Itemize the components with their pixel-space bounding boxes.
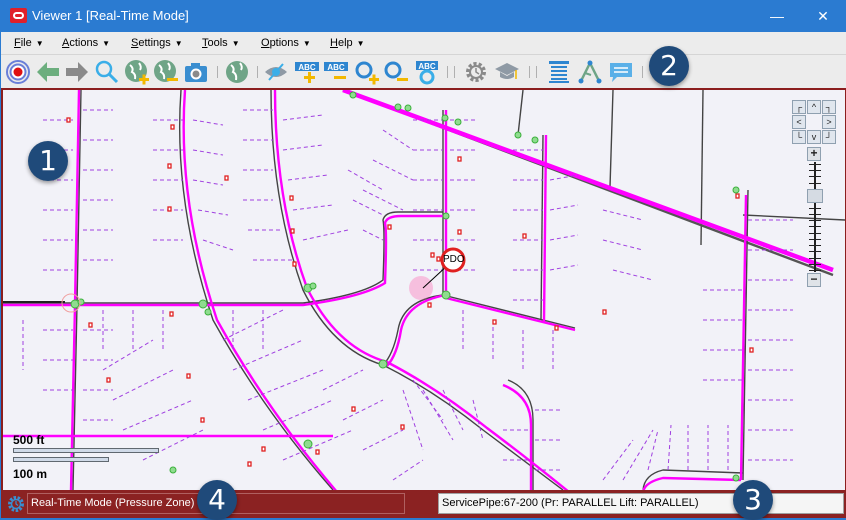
zoom-slider-tick xyxy=(809,164,821,165)
label-refresh-icon[interactable]: ABC xyxy=(414,59,440,85)
selection-status: ServicePipe:67-200 (Pr: PARALLEL Lift: P… xyxy=(438,493,844,514)
title-bar[interactable]: Viewer 1 [Real-Time Mode] — ✕ xyxy=(1,1,846,32)
pan-up-button[interactable]: ^ xyxy=(807,100,821,114)
menu-help[interactable]: Help ▼ xyxy=(330,37,365,49)
zoom-slider-tick xyxy=(809,263,821,265)
callout-1: 1 xyxy=(28,141,68,181)
toolbar-separator xyxy=(257,66,258,78)
toolbar-separator xyxy=(536,66,537,78)
pan-right-button[interactable]: > xyxy=(822,115,836,129)
back-arrow-icon[interactable] xyxy=(35,59,61,85)
zoom-slider-tick xyxy=(809,251,821,253)
zoom-slider-tick xyxy=(809,226,821,228)
menu-help-label: Help xyxy=(330,37,353,49)
globe-remove-icon[interactable] xyxy=(153,59,179,85)
globe-icon[interactable] xyxy=(224,59,250,85)
menu-options[interactable]: Options ▼ xyxy=(261,37,311,49)
menu-tools-label: Tools xyxy=(202,37,228,49)
menu-actions-label: Actions xyxy=(62,37,99,49)
menu-actions[interactable]: Actions ▼ xyxy=(62,37,110,49)
label-remove-icon[interactable]: ABC xyxy=(323,59,349,85)
pan-left-button[interactable]: < xyxy=(792,115,806,129)
map-drawing[interactable] xyxy=(3,90,845,490)
zoom-in-icon[interactable] xyxy=(354,59,380,85)
pan-down-left-button[interactable]: └ xyxy=(792,130,806,144)
zoom-slider-tick xyxy=(809,245,821,247)
callout-4: 4 xyxy=(197,480,237,520)
toolbar-separator xyxy=(454,66,455,78)
pan-up-right-button[interactable]: ┐ xyxy=(822,100,836,114)
chevron-down-icon: ▼ xyxy=(231,39,240,48)
service-lines xyxy=(22,109,793,481)
zoom-out-icon[interactable] xyxy=(383,59,409,85)
comment-icon[interactable] xyxy=(608,59,634,85)
zoom-slider-tick xyxy=(809,207,821,209)
pan-up-left-button[interactable]: ┌ xyxy=(792,100,806,114)
zoom-slider-tick xyxy=(809,220,821,222)
window-title: Viewer 1 [Real-Time Mode] xyxy=(32,8,189,23)
abc-text: ABC xyxy=(327,63,345,72)
scale-meters-label: 100 m xyxy=(13,467,48,481)
menu-tools[interactable]: Tools ▼ xyxy=(202,37,240,49)
callout-2: 2 xyxy=(649,46,689,86)
zoom-slider-tick xyxy=(809,170,821,172)
toolbar: ABC ABC ABC xyxy=(1,55,846,88)
viewer-window: Viewer 1 [Real-Time Mode] — ✕ File ▼ Acti… xyxy=(0,0,846,520)
zoom-in-button[interactable]: + xyxy=(807,147,821,161)
status-bar: Real-Time Mode (Pressure Zone) ServicePi… xyxy=(1,490,846,520)
menu-settings[interactable]: Settings ▼ xyxy=(131,37,183,49)
pan-down-right-button[interactable]: ┘ xyxy=(822,130,836,144)
menu-file-label: File xyxy=(14,37,32,49)
callout-3: 3 xyxy=(733,480,773,520)
menu-settings-label: Settings xyxy=(131,37,171,49)
close-button[interactable]: ✕ xyxy=(800,1,846,32)
zoom-slider-tick xyxy=(809,270,821,271)
junction-nodes xyxy=(70,91,740,482)
zoom-slider-thumb[interactable] xyxy=(807,188,823,203)
realtime-target-icon[interactable] xyxy=(5,59,31,85)
pdo-marker-label: PDO xyxy=(443,254,465,265)
search-icon[interactable] xyxy=(94,59,120,85)
settings-clock-icon[interactable] xyxy=(7,495,25,513)
pan-down-button[interactable]: v xyxy=(807,130,821,144)
zoom-slider-tick xyxy=(809,176,821,178)
toolbar-separator xyxy=(529,66,530,78)
zoom-slider-tick xyxy=(809,238,821,240)
camera-icon[interactable] xyxy=(183,59,209,85)
map-canvas[interactable]: PDO ┌ ^ ┐ < > └ v ┘ + − 500 ft 100 m xyxy=(1,88,846,490)
scale-bar-feet xyxy=(13,448,159,453)
app-logo-icon xyxy=(10,8,27,23)
zoom-slider-tick xyxy=(809,232,821,234)
menu-bar: File ▼ Actions ▼ Settings ▼ Tools ▼ Options ▼… xyxy=(1,32,846,55)
zoom-slider-tick xyxy=(809,257,821,259)
selection-highlight xyxy=(409,276,433,300)
toolbar-separator xyxy=(217,66,218,78)
toolbar-separator xyxy=(642,66,643,78)
menu-options-label: Options xyxy=(261,37,299,49)
maximize-button-area[interactable] xyxy=(754,1,800,32)
chevron-down-icon: ▼ xyxy=(102,39,111,48)
chevron-down-icon: ▼ xyxy=(356,39,365,48)
scale-bar-meters xyxy=(13,457,109,462)
chevron-down-icon: ▼ xyxy=(35,39,44,48)
visibility-toggle-icon[interactable] xyxy=(263,59,289,85)
menu-file[interactable]: File ▼ xyxy=(14,37,44,49)
chevron-down-icon: ▼ xyxy=(302,39,311,48)
chevron-down-icon: ▼ xyxy=(174,39,183,48)
zoom-out-button[interactable]: − xyxy=(807,273,821,287)
graduation-cap-icon[interactable] xyxy=(494,59,520,85)
forward-arrow-icon[interactable] xyxy=(64,59,90,85)
network-trace-icon[interactable] xyxy=(577,59,603,85)
globe-add-icon[interactable] xyxy=(124,59,150,85)
zoom-slider-track[interactable] xyxy=(814,162,816,272)
zoom-slider-tick xyxy=(809,213,821,215)
label-add-icon[interactable]: ABC xyxy=(294,59,320,85)
settings-gear-icon[interactable] xyxy=(463,59,489,85)
abc-text: ABC xyxy=(298,63,316,72)
list-icon[interactable] xyxy=(546,59,572,85)
zoom-slider-tick xyxy=(809,182,821,184)
toolbar-separator xyxy=(447,66,448,78)
scale-feet-label: 500 ft xyxy=(13,433,45,447)
